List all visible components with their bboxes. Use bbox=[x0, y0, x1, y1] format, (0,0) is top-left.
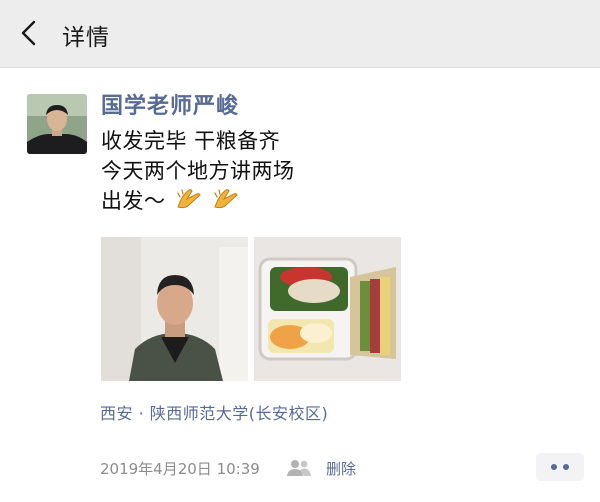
location-link[interactable]: 西安 · 陕西师范大学(长安校区) bbox=[100, 400, 328, 424]
delete-button[interactable]: 删除 bbox=[326, 458, 356, 479]
post-text: 收发完毕 干粮备齐 今天两个地方讲两场 出发～ bbox=[101, 126, 571, 216]
clap-hands-icon bbox=[212, 187, 240, 219]
navigation-bar: 详情 bbox=[0, 0, 600, 68]
photo-lunch[interactable] bbox=[254, 237, 401, 381]
post-line: 收发完毕 干粮备齐 bbox=[101, 129, 281, 153]
avatar[interactable] bbox=[27, 94, 87, 154]
post-timestamp: 2019年4月20日 10:39 bbox=[100, 460, 260, 478]
back-button[interactable] bbox=[14, 14, 50, 52]
clap-hands-icon bbox=[175, 187, 203, 219]
post-line-last: 出发～ bbox=[101, 186, 571, 216]
post-line: 今天两个地方讲两场 bbox=[101, 159, 295, 183]
photo-selfie[interactable] bbox=[101, 237, 248, 381]
friends-visibility-icon[interactable] bbox=[286, 459, 312, 477]
author-name[interactable]: 国学老师严峻 bbox=[101, 88, 239, 120]
chevron-left-icon bbox=[21, 20, 36, 46]
more-dots-icon bbox=[551, 464, 557, 470]
post-line-text: 出发～ bbox=[101, 189, 166, 213]
more-dots-icon bbox=[563, 464, 569, 470]
page-title: 详情 bbox=[62, 25, 110, 51]
more-button[interactable] bbox=[536, 453, 584, 481]
